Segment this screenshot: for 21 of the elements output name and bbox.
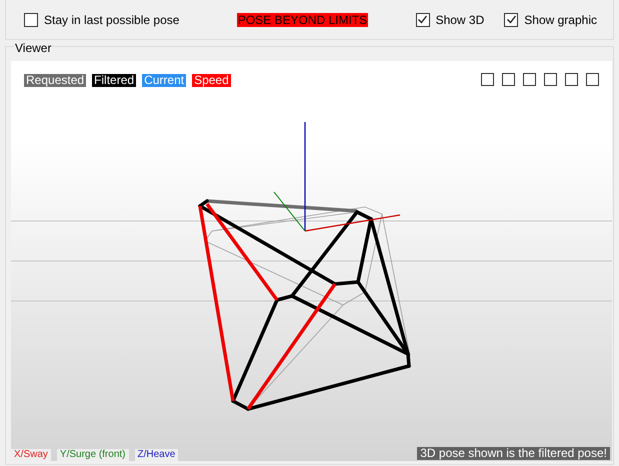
- checkbox[interactable]: Show graphic: [504, 12, 597, 26]
- checkmark-icon: [506, 14, 517, 25]
- legend-tag: Filtered: [92, 74, 136, 87]
- view-toggle[interactable]: [502, 73, 515, 86]
- group-title: Viewer: [14, 41, 52, 55]
- status-label: POSE BEYOND LIMITS: [236, 12, 368, 26]
- checkbox[interactable]: Stay in last possible pose: [24, 12, 180, 26]
- view-toggle[interactable]: [481, 73, 494, 86]
- note-label: 3D pose shown is the filtered pose!: [417, 447, 610, 460]
- axis-label: Z/Heave: [134, 449, 178, 461]
- checkmark-icon: [417, 14, 428, 25]
- axis-label: Y/Surge (front): [56, 449, 128, 461]
- view-toggle[interactable]: [544, 73, 557, 86]
- legend-tag: Speed: [192, 74, 231, 87]
- view-toggle[interactable]: [523, 73, 536, 86]
- axis-label: X/Sway: [11, 449, 51, 461]
- legend-tag: Requested: [24, 74, 86, 87]
- checkbox[interactable]: Show 3D: [416, 12, 484, 26]
- view-toggle[interactable]: [565, 73, 578, 86]
- legend-tag: Current: [142, 74, 186, 87]
- view-toggle[interactable]: [586, 73, 599, 86]
